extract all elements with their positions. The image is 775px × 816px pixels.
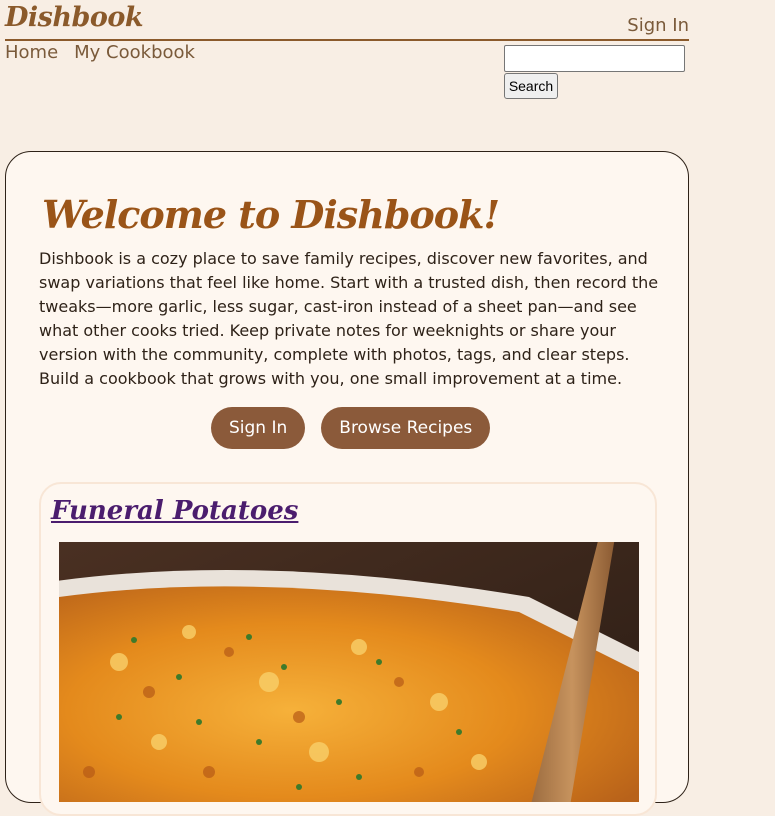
welcome-actions: Sign In Browse Recipes <box>211 407 491 449</box>
recipe-title-link[interactable]: Funeral Potatoes <box>51 496 298 526</box>
nav-my-cookbook-link[interactable]: My Cookbook <box>74 42 195 63</box>
recipe-photo-illustration <box>59 542 639 802</box>
nav-home-link[interactable]: Home <box>5 42 58 63</box>
browse-recipes-button[interactable]: Browse Recipes <box>321 407 491 449</box>
recipe-photo[interactable] <box>59 542 639 802</box>
welcome-intro: Dishbook is a cozy place to save family … <box>39 249 659 388</box>
welcome-card: Welcome to Dishbook! Dishbook is a cozy … <box>5 151 689 816</box>
sign-in-button[interactable]: Sign In <box>211 407 306 449</box>
search-button[interactable]: Search <box>504 73 558 99</box>
header-sign-in-link[interactable]: Sign In <box>627 15 689 36</box>
recipe-card: Funeral Potatoes <box>39 482 657 816</box>
welcome-title: Welcome to Dishbook! <box>42 192 500 237</box>
site-logo[interactable]: Dishbook <box>5 0 144 36</box>
header-divider <box>5 39 689 41</box>
search-input[interactable] <box>504 45 685 72</box>
main-nav: Home My Cookbook <box>5 42 195 63</box>
